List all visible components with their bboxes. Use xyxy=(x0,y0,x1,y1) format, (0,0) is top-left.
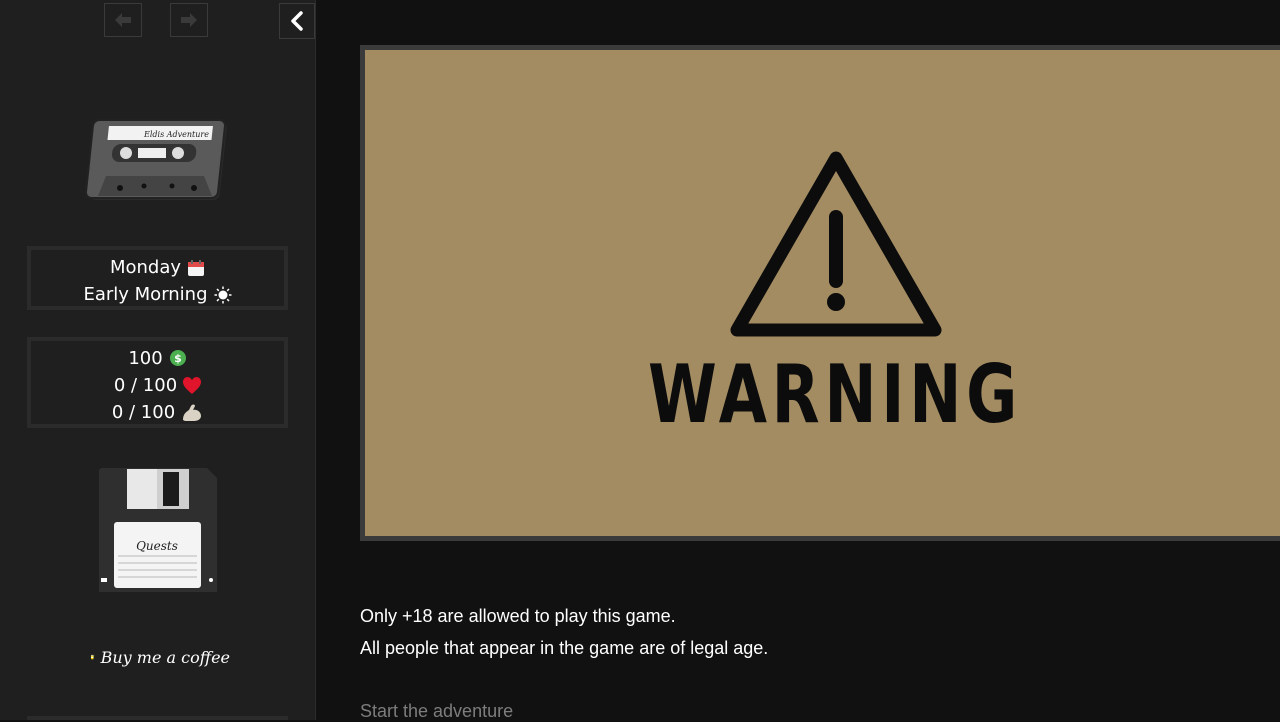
flexed-biceps-icon xyxy=(181,404,203,422)
love-row: 0 / 100 xyxy=(31,372,284,399)
start-adventure-link[interactable]: Start the adventure xyxy=(360,701,513,722)
forward-button[interactable] xyxy=(170,3,208,37)
love-value: 0 / 100 xyxy=(114,372,177,399)
quests-label: Quests xyxy=(136,539,178,553)
heart-icon xyxy=(183,377,201,395)
time-panel: Monday Early Morning xyxy=(27,246,288,310)
sidebar-divider xyxy=(27,716,288,720)
collapse-sidebar-button[interactable] xyxy=(279,3,315,39)
period-row: Early Morning xyxy=(31,281,284,308)
dollar-coin-icon: $ xyxy=(169,350,187,368)
buy-me-a-coffee-link[interactable]: Buy me a coffee xyxy=(90,640,230,674)
cassette-logo[interactable]: Eldis Adventure xyxy=(84,116,232,206)
chevron-left-icon xyxy=(289,11,305,31)
money-row: 100 $ xyxy=(31,345,284,372)
age-notice-line-1: Only +18 are allowed to play this game. xyxy=(360,606,676,627)
sun-icon xyxy=(214,286,232,304)
coffee-cup-icon xyxy=(90,644,95,670)
calendar-icon xyxy=(187,259,205,277)
day-label: Monday xyxy=(110,254,181,281)
energy-value: 0 / 100 xyxy=(112,399,175,426)
period-label: Early Morning xyxy=(83,281,207,308)
arrow-right-icon xyxy=(179,11,199,29)
back-button[interactable] xyxy=(104,3,142,37)
warning-triangle-icon xyxy=(730,150,942,340)
coffee-label: Buy me a coffee xyxy=(101,648,230,667)
arrow-left-icon xyxy=(113,11,133,29)
svg-text:$: $ xyxy=(174,352,182,365)
sidebar: Eldis Adventure Monday Early Morning xyxy=(0,0,316,720)
floppy-disk-icon: Quests xyxy=(97,466,218,594)
cassette-label: Eldis Adventure xyxy=(143,130,209,139)
quests-button[interactable]: Quests xyxy=(97,466,218,594)
money-value: 100 xyxy=(128,345,162,372)
age-notice-line-2: All people that appear in the game are o… xyxy=(360,638,768,659)
cassette-icon: Eldis Adventure xyxy=(84,116,232,206)
warning-panel: WARNING xyxy=(360,45,1280,541)
stats-panel: 100 $ 0 / 100 0 / 100 xyxy=(27,337,288,428)
warning-title: WARNING xyxy=(648,355,1022,435)
energy-row: 0 / 100 xyxy=(31,399,284,426)
day-row: Monday xyxy=(31,254,284,281)
